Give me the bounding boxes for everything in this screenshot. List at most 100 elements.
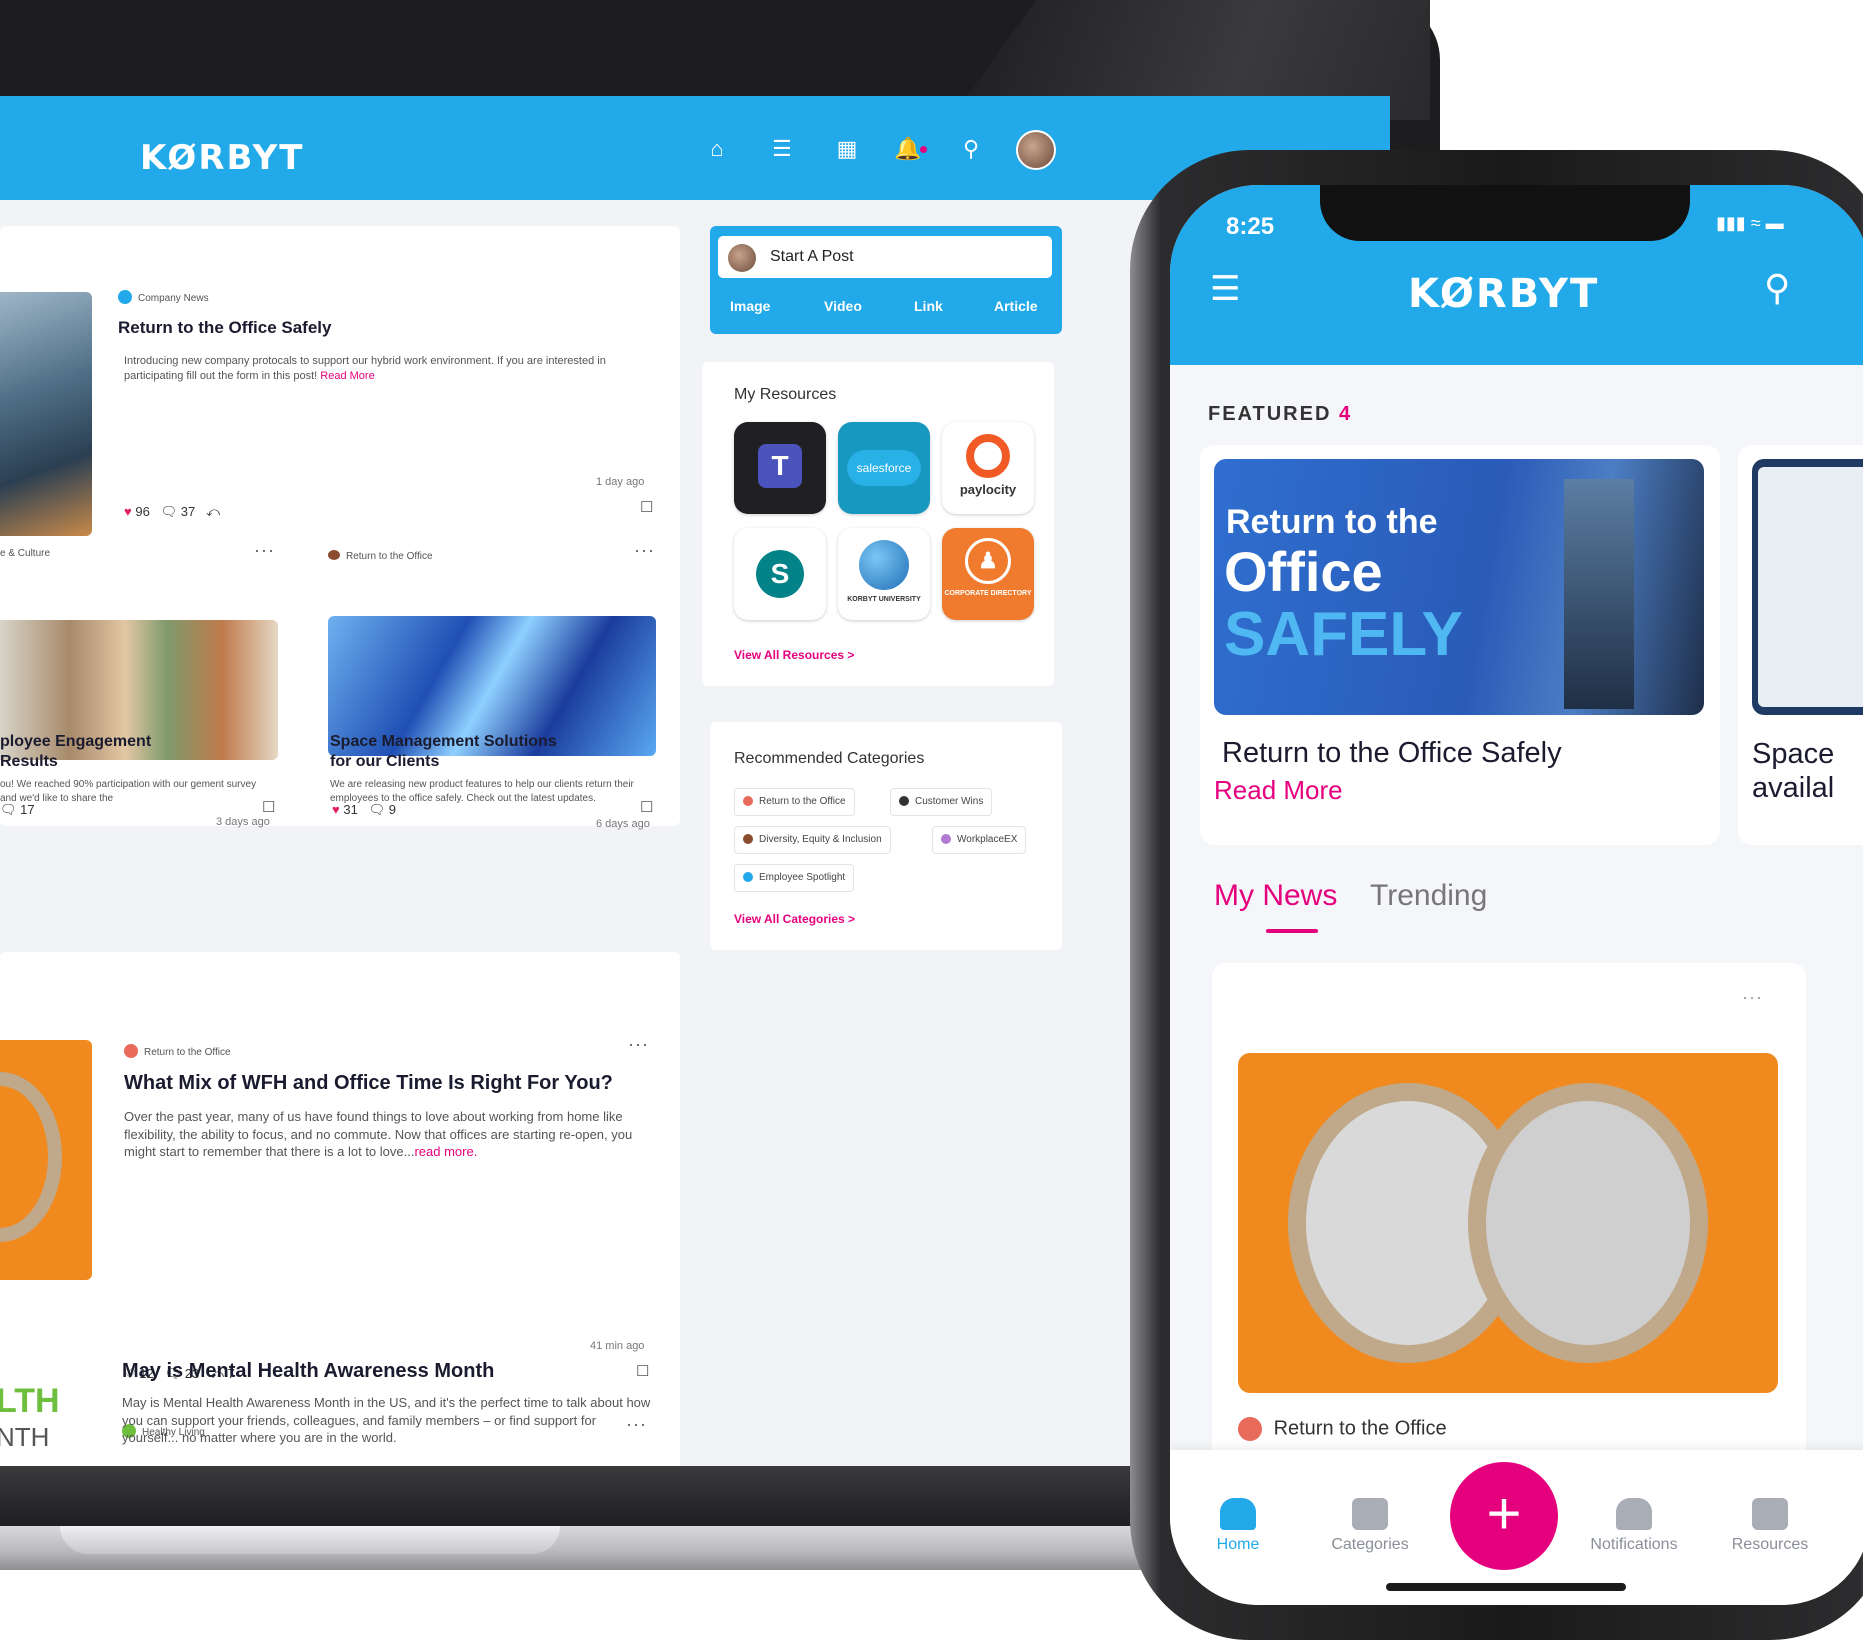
post-action-article[interactable]: Article <box>994 298 1038 314</box>
banner-line1: Return to the <box>1226 503 1438 541</box>
post2-category[interactable]: e & Culture <box>0 548 50 559</box>
post2-title-line1: ployee Engagement <box>0 733 152 750</box>
post-action-link[interactable]: Link <box>914 298 943 314</box>
post2-more-icon[interactable]: ··· <box>254 540 275 561</box>
post4-more-icon[interactable]: ··· <box>628 1034 649 1055</box>
chip-workplaceex[interactable]: WorkplaceEX <box>932 826 1027 854</box>
home-icon[interactable]: ⌂ <box>702 134 732 164</box>
post1-title[interactable]: Return to the Office Safely <box>118 318 331 338</box>
chip-employee-spotlight[interactable]: Employee Spotlight <box>734 864 855 892</box>
share-icon[interactable]: ⤺ <box>206 504 220 519</box>
heart-icon[interactable]: ♥ <box>124 504 132 519</box>
post3-bookmark-icon[interactable]: ☐ <box>640 798 653 816</box>
nav-notifications[interactable]: Notifications <box>1574 1498 1694 1554</box>
planet-graphic <box>859 540 909 590</box>
return-office-icon <box>124 1043 138 1058</box>
tab-trending[interactable]: Trending <box>1370 879 1487 913</box>
start-post-input[interactable]: Start A Post <box>718 236 1052 278</box>
chip-customer-wins[interactable]: Customer Wins <box>890 788 993 816</box>
korbyt-logo[interactable]: KØRBYT <box>140 138 304 178</box>
post4-read-more-link[interactable]: read more. <box>414 1144 477 1159</box>
chip-icon <box>743 834 753 845</box>
post1-comments: 37 <box>180 504 196 519</box>
second-title-line2: availal <box>1752 772 1835 804</box>
sharepoint-icon[interactable]: S <box>734 528 826 620</box>
news-card[interactable]: ··· Return to the Office <box>1212 963 1806 1483</box>
featured-title[interactable]: Return to the Office Safely <box>1222 737 1562 770</box>
news-more-icon[interactable]: ··· <box>1742 987 1763 1008</box>
folder-icon <box>1752 1498 1788 1530</box>
nav-home[interactable]: Home <box>1178 1498 1298 1554</box>
active-tab-indicator <box>1266 929 1318 933</box>
sharepoint-letter: S <box>756 550 804 598</box>
paylocity-icon[interactable]: paylocity <box>942 422 1034 514</box>
post5-body: May is Mental Health Awareness Month in … <box>122 1395 651 1446</box>
tab-my-news[interactable]: My News <box>1214 879 1337 913</box>
view-all-resources-link[interactable]: View All Resources > <box>734 648 854 662</box>
post3-more-icon[interactable]: ··· <box>634 540 655 561</box>
user-avatar[interactable] <box>1016 130 1056 170</box>
second-title-line1: Space <box>1752 738 1835 770</box>
chip-label: Employee Spotlight <box>759 872 846 883</box>
layers-icon[interactable]: ☰ <box>767 134 797 164</box>
salesforce-icon[interactable]: salesforce <box>838 422 930 514</box>
post1-read-more-link[interactable]: Read More <box>320 370 374 382</box>
resources-title: My Resources <box>734 386 837 403</box>
chip-label: Diversity, Equity & Inclusion <box>759 834 882 845</box>
post4-title[interactable]: What Mix of WFH and Office Time Is Right… <box>124 1072 613 1095</box>
corporate-directory-label: CORPORATE DIRECTORY <box>944 590 1032 597</box>
post1-time: 1 day ago <box>596 476 645 488</box>
post4-category[interactable]: Return to the Office <box>124 1042 231 1060</box>
post3-title[interactable]: Space Management Solutions for our Clien… <box>330 732 557 772</box>
search-icon[interactable]: ⚲ <box>956 134 986 164</box>
post4-bookmark-icon[interactable]: ☐ <box>636 1362 649 1380</box>
bookmark-icon[interactable]: ☐ <box>640 498 653 516</box>
banner-line2: Office <box>1224 540 1383 603</box>
start-post-widget: Start A Post Image Video Link Article <box>710 226 1062 334</box>
post2-title[interactable]: ployee Engagement Results <box>0 732 151 772</box>
mobile-search-icon[interactable]: ⚲ <box>1764 267 1790 309</box>
korbyt-university-icon[interactable]: KORBYT UNIVERSITY <box>838 528 930 620</box>
home-icon <box>1220 1498 1256 1530</box>
teams-icon[interactable]: T <box>734 422 826 514</box>
chip-return-office[interactable]: Return to the Office <box>734 788 855 816</box>
chip-dei[interactable]: Diversity, Equity & Inclusion <box>734 826 891 854</box>
post1-body: Introducing new company protocals to sup… <box>124 354 644 384</box>
post5-title[interactable]: May is Mental Health Awareness Month <box>122 1360 494 1383</box>
post2-bookmark-icon[interactable]: ☐ <box>262 798 275 816</box>
view-all-categories-link[interactable]: View All Categories > <box>734 912 855 926</box>
comment-icon[interactable]: 🗨 <box>0 802 17 817</box>
post-image-building[interactable] <box>0 292 92 536</box>
post4-category-label: Return to the Office <box>144 1047 231 1058</box>
news-category[interactable]: Return to the Office <box>1238 1417 1447 1441</box>
featured-card[interactable]: Return to the Office SAFELY Return to th… <box>1200 445 1720 845</box>
korbyt-university-label: KORBYT UNIVERSITY <box>847 596 921 603</box>
company-news-icon <box>118 289 132 304</box>
bell-icon[interactable]: 🔔 <box>893 134 923 164</box>
featured-read-more[interactable]: Read More <box>1214 775 1343 806</box>
return-office-icon <box>328 549 340 560</box>
post1-category[interactable]: Company News <box>118 288 209 306</box>
menu-icon[interactable]: ☰ <box>1210 269 1240 309</box>
comment-icon[interactable]: 🗨 <box>369 802 386 817</box>
post3-category[interactable]: Return to the Office <box>328 546 433 564</box>
nav-resources[interactable]: Resources <box>1710 1498 1830 1554</box>
second-card-title: Space availal <box>1752 737 1834 805</box>
nav-categories[interactable]: Categories <box>1310 1498 1430 1554</box>
chip-icon <box>941 834 951 845</box>
people-icon: ♟ <box>965 538 1011 584</box>
add-post-button[interactable]: + <box>1450 1462 1558 1570</box>
venn-right-ring <box>1468 1083 1708 1363</box>
mobile-korbyt-logo[interactable]: KØRBYT <box>1408 271 1599 317</box>
banner-building-graphic <box>1564 479 1634 709</box>
comment-icon[interactable]: 🗨 <box>161 504 178 519</box>
chip-label: Customer Wins <box>915 796 984 807</box>
post-action-video[interactable]: Video <box>824 298 862 314</box>
featured-card-2[interactable]: Space availal <box>1738 445 1863 845</box>
grid-icon[interactable]: ▦ <box>832 134 862 164</box>
corporate-directory-icon[interactable]: ♟ CORPORATE DIRECTORY <box>942 528 1034 620</box>
salesforce-label: salesforce <box>847 450 921 486</box>
post-action-image[interactable]: Image <box>730 298 770 314</box>
home-indicator[interactable] <box>1386 1583 1626 1591</box>
heart-icon[interactable]: ♥ <box>332 802 340 817</box>
